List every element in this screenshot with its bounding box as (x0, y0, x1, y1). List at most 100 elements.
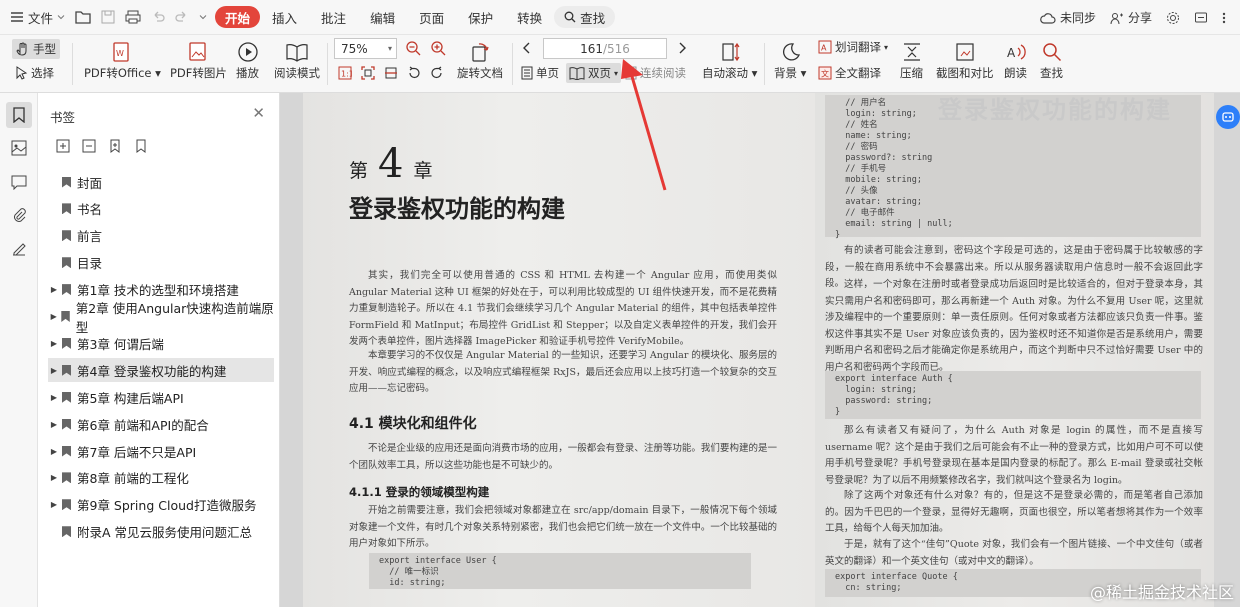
hand-tool[interactable]: 手型 (12, 39, 60, 59)
compress-icon (903, 43, 920, 61)
tab-convert[interactable]: 转换 (505, 6, 554, 28)
zoom-in-icon[interactable] (430, 40, 446, 56)
expand-arrow-icon[interactable]: ▶ (48, 312, 59, 321)
screenshot-compare-button[interactable]: 截图和对比 (936, 39, 994, 81)
find-label: 查找 (1040, 66, 1063, 80)
bookmark-item[interactable]: ▶ 第9章 Spring Cloud打造微服务 (48, 493, 274, 517)
expand-arrow-icon[interactable]: ▶ (48, 500, 60, 509)
gear-icon[interactable] (1166, 11, 1180, 25)
expand-arrow-icon[interactable]: ▶ (48, 339, 60, 348)
share-button[interactable]: 分享 (1110, 9, 1152, 26)
actual-size-icon[interactable]: 1:1 (338, 66, 352, 80)
document-viewer[interactable]: 第 4 章 登录鉴权功能的构建 其实，我们完全可以使用普通的 CSS 和 HTM… (280, 93, 1240, 607)
comment-panel-toggle[interactable] (6, 169, 32, 195)
file-menu[interactable]: 文件 (0, 0, 75, 35)
zoom-out-icon[interactable] (405, 40, 421, 56)
tab-annotate[interactable]: 批注 (309, 6, 358, 28)
pdf-to-office-button[interactable]: W PDF转Office ▾ (84, 39, 161, 81)
double-page-button[interactable]: 双页 ▾ (566, 63, 622, 83)
add-bookmark-icon[interactable] (108, 139, 122, 153)
bookmark-panel-toggle[interactable] (6, 102, 32, 128)
auto-scroll-button[interactable]: 自动滚动 ▾ (702, 39, 757, 81)
chapter-suffix: 章 (413, 160, 433, 182)
tab-page[interactable]: 页面 (407, 6, 456, 28)
bookmark-item[interactable]: 目录 (48, 251, 274, 275)
collapse-all-icon[interactable] (82, 139, 96, 153)
section-heading: 4.1 模块化和组件化 (349, 416, 477, 432)
compress-button[interactable]: 压缩 (900, 39, 923, 81)
page-total: /516 (602, 41, 630, 56)
close-icon[interactable]: ✕ (252, 104, 265, 122)
expand-arrow-icon[interactable]: ▶ (48, 393, 60, 402)
bookmark-item[interactable]: 书名 (48, 197, 274, 221)
read-aloud-button[interactable]: A 朗读 (1004, 39, 1027, 81)
floating-action-button[interactable] (1216, 105, 1240, 129)
separator (764, 43, 765, 85)
full-translate-button[interactable]: 文 全文翻译 (818, 65, 881, 81)
tab-insert[interactable]: 插入 (260, 6, 309, 28)
tab-start[interactable]: 开始 (215, 6, 261, 28)
single-page-button[interactable]: 单页 (521, 65, 559, 81)
bookmark-item[interactable]: ▶ 第6章 前端和API的配合 (48, 412, 274, 436)
bookmark-item[interactable]: ▶ 第4章 登录鉴权功能的构建 (48, 358, 274, 383)
play-button[interactable]: 播放 (236, 39, 259, 81)
thumbnail-panel-toggle[interactable] (6, 135, 32, 161)
expand-arrow-icon[interactable]: ▶ (48, 473, 60, 482)
rotate-document-button[interactable]: 旋转文档 (457, 39, 503, 81)
paragraph: 除了这两个对象还有什么对象？有的，但是这不是登录必需的，而是笔者自己添加的。因为… (825, 490, 1203, 534)
bookmark-item[interactable]: ▶ 第5章 构建后端API (48, 385, 274, 409)
page-right: // 用户名 login: string; // 姓名 name: string… (815, 93, 1214, 607)
bookmark-item[interactable]: 前言 (48, 224, 274, 248)
separator (512, 43, 513, 85)
sync-status[interactable]: 未同步 (1040, 9, 1096, 26)
bookmark-item[interactable]: 附录A 常见云服务使用问题汇总 (48, 520, 274, 544)
expand-arrow-icon[interactable]: ▶ (48, 420, 60, 429)
hand-icon (16, 42, 27, 56)
fit-width-icon[interactable] (384, 66, 398, 80)
more-chevron-icon[interactable] (199, 13, 207, 21)
expand-arrow-icon[interactable]: ▶ (48, 447, 60, 456)
svg-text:A: A (1007, 46, 1016, 60)
background-button[interactable]: 背景 ▾ (774, 39, 806, 81)
search-button[interactable]: 查找 (554, 6, 616, 28)
attachment-panel-toggle[interactable] (6, 202, 32, 228)
read-mode-button[interactable]: 阅读模式 (274, 39, 320, 81)
tab-protect[interactable]: 保护 (456, 6, 505, 28)
rotate-left-icon[interactable] (407, 66, 421, 80)
signature-panel-toggle[interactable] (6, 235, 32, 261)
bookmark-item[interactable]: ▶ 第3章 何谓后端 (48, 331, 274, 355)
find-button[interactable]: 查找 (1040, 39, 1063, 81)
expand-arrow-icon[interactable]: ▶ (48, 366, 60, 375)
next-page-icon[interactable] (677, 42, 687, 54)
pdf-to-image-label: PDF转图片 (170, 66, 227, 80)
background-text: 背景 (774, 66, 797, 80)
double-page-icon (569, 67, 585, 80)
select-tool[interactable]: 选择 (16, 65, 54, 81)
bookmark-item[interactable]: 封面 (48, 170, 274, 194)
expand-arrow-icon[interactable]: ▶ (48, 285, 60, 294)
undo-icon[interactable] (151, 10, 165, 24)
speaker-icon: A (1007, 44, 1026, 60)
bookmark-item[interactable]: ▶ 第7章 后端不只是API (48, 439, 274, 463)
expand-all-icon[interactable] (56, 139, 70, 153)
bookmark-item[interactable]: ▶ 第2章 使用Angular快速构造前端原型 (48, 301, 274, 335)
open-folder-icon[interactable] (75, 10, 91, 24)
redo-icon[interactable] (175, 10, 189, 24)
rotate-right-icon[interactable] (430, 66, 444, 80)
feedback-icon[interactable] (1194, 11, 1208, 25)
fit-page-icon[interactable] (361, 66, 375, 80)
paragraph: 这样，一个对象在注册时或者登录成功后返回时是比较适合的，但对于登录本身，其实只需… (825, 279, 1203, 373)
print-icon[interactable] (125, 10, 141, 24)
pdf-to-image-button[interactable]: PDF转图片 (170, 39, 227, 81)
more-vertical-icon[interactable] (1222, 11, 1226, 25)
bookmark-outline-icon[interactable] (134, 139, 148, 153)
prev-page-icon[interactable] (522, 42, 532, 54)
save-icon[interactable] (101, 10, 115, 24)
tab-edit[interactable]: 编辑 (358, 6, 407, 28)
word-translate-button[interactable]: A 划词翻译 ▾ (818, 39, 888, 55)
bookmark-item[interactable]: ▶ 第8章 前端的工程化 (48, 466, 274, 490)
pdf-to-office-label: PDF转Office ▾ (84, 66, 161, 80)
moon-icon (783, 43, 801, 61)
word-translate-label: 划词翻译 (835, 40, 881, 54)
zoom-select[interactable]: 75% ▾ (334, 38, 397, 59)
